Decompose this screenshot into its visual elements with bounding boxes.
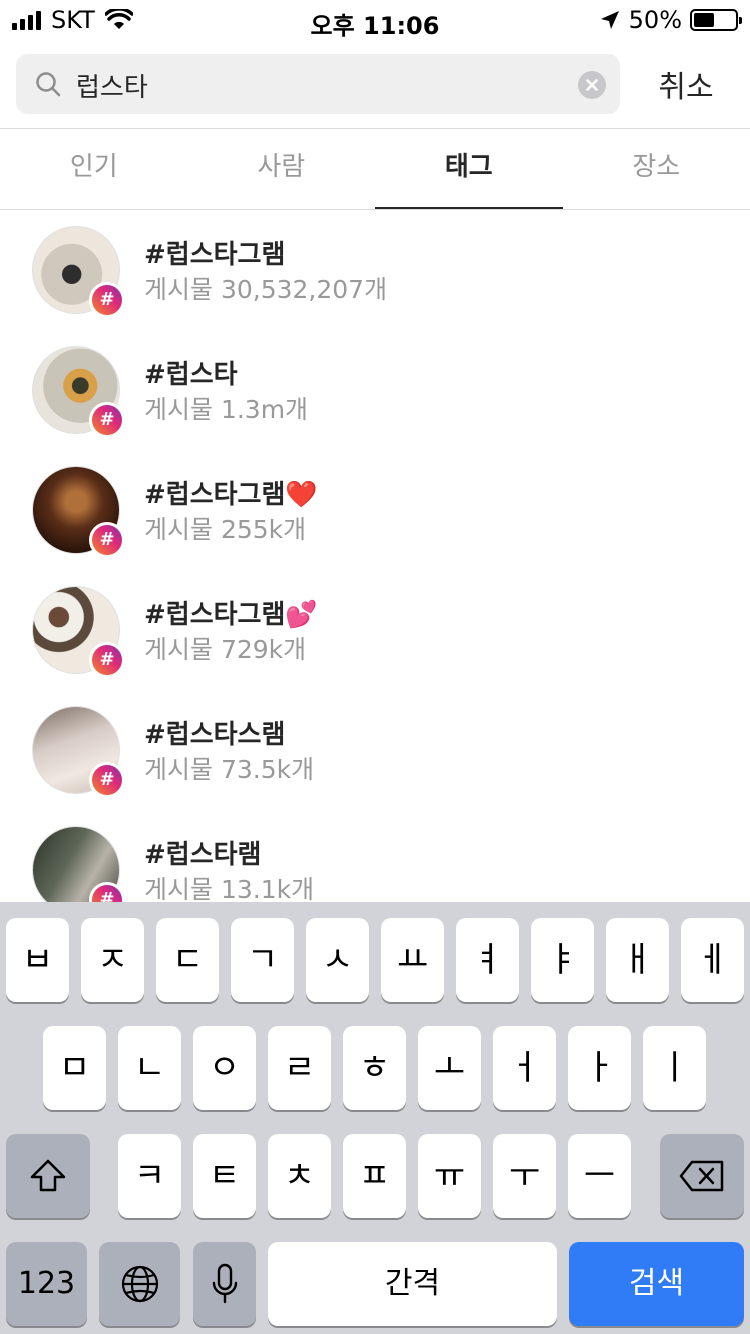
post-count: 게시물 729k개 bbox=[144, 635, 307, 664]
microphone-icon bbox=[212, 1263, 237, 1304]
key[interactable]: ㅇ bbox=[193, 1026, 256, 1110]
search-key[interactable]: 검색 bbox=[569, 1242, 744, 1326]
search-tabs: 인기 사람 태그 장소 bbox=[0, 129, 750, 209]
battery-icon bbox=[690, 9, 742, 31]
key[interactable]: ㅎ bbox=[343, 1026, 406, 1110]
tab-places[interactable]: 장소 bbox=[563, 129, 750, 209]
post-count: 게시물 255k개 bbox=[144, 515, 307, 544]
tab-tags[interactable]: 태그 bbox=[375, 129, 563, 209]
hashtag-icon: # bbox=[89, 522, 125, 558]
post-count: 게시물 73.5k개 bbox=[144, 755, 315, 784]
hashtag-icon: # bbox=[89, 402, 125, 438]
tag-name: #럽스타그램❤️ bbox=[144, 480, 318, 510]
tag-name: #럽스타스램 bbox=[144, 720, 286, 750]
list-item[interactable]: # #럽스타그램💕 게시물 729k개 bbox=[0, 570, 750, 690]
tag-name: #럽스타 bbox=[144, 360, 238, 390]
list-item[interactable]: # #럽스타스램 게시물 73.5k개 bbox=[0, 690, 750, 810]
key[interactable]: ㅠ bbox=[418, 1134, 481, 1218]
list-item[interactable]: # #럽스타 게시물 1.3m개 bbox=[0, 330, 750, 450]
key[interactable]: ㅕ bbox=[456, 918, 519, 1002]
key[interactable]: ㄱ bbox=[231, 918, 294, 1002]
close-icon bbox=[586, 79, 598, 91]
key[interactable]: ㅍ bbox=[343, 1134, 406, 1218]
key[interactable]: ㅓ bbox=[493, 1026, 556, 1110]
location-arrow-icon bbox=[600, 11, 619, 29]
key[interactable]: ㅣ bbox=[643, 1026, 706, 1110]
post-count: 게시물 30,532,207개 bbox=[144, 275, 388, 304]
post-count: 게시물 1.3m개 bbox=[144, 395, 309, 424]
space-key[interactable]: 간격 bbox=[268, 1242, 557, 1326]
key[interactable]: ㅁ bbox=[43, 1026, 106, 1110]
list-item[interactable]: # #럽스타그램❤️ 게시물 255k개 bbox=[0, 450, 750, 570]
key[interactable]: ㅈ bbox=[81, 918, 144, 1002]
delete-key[interactable] bbox=[660, 1134, 744, 1218]
dictation-key[interactable] bbox=[193, 1242, 256, 1326]
tag-results-list: # #럽스타그램 게시물 30,532,207개 # #럽스타 게시물 1.3m… bbox=[0, 210, 750, 902]
tag-name: #럽스타그램 bbox=[144, 240, 286, 270]
hashtag-icon: # bbox=[89, 282, 125, 318]
key[interactable]: ㄷ bbox=[156, 918, 219, 1002]
key[interactable]: ㅗ bbox=[418, 1026, 481, 1110]
hashtag-icon: # bbox=[89, 762, 125, 798]
shift-key[interactable] bbox=[6, 1134, 90, 1218]
numbers-key[interactable]: 123 bbox=[6, 1242, 87, 1326]
korean-keyboard: ㅂ ㅈ ㄷ ㄱ ㅅ ㅛ ㅕ ㅑ ㅐ ㅔ ㅁ ㄴ ㅇ ㄹ ㅎ ㅗ ㅓ ㅏ ㅣ ㅋ … bbox=[0, 902, 750, 1334]
backspace-icon bbox=[679, 1160, 724, 1192]
key[interactable]: ㅅ bbox=[306, 918, 369, 1002]
list-item[interactable]: # #럽스타램 게시물 13.1k개 bbox=[0, 810, 750, 902]
hashtag-icon: # bbox=[89, 642, 125, 678]
status-bar: SKT 오후 11:06 50% bbox=[0, 0, 750, 40]
tab-top[interactable]: 인기 bbox=[0, 129, 188, 209]
search-bar[interactable]: 럽스타 bbox=[16, 54, 620, 114]
key[interactable]: ㅐ bbox=[606, 918, 669, 1002]
battery-percent: 50% bbox=[628, 6, 682, 34]
key[interactable]: ㅊ bbox=[268, 1134, 331, 1218]
key[interactable]: ㅔ bbox=[681, 918, 744, 1002]
post-count: 게시물 13.1k개 bbox=[144, 875, 315, 902]
cancel-button[interactable]: 취소 bbox=[640, 62, 732, 106]
shift-icon bbox=[30, 1159, 66, 1192]
key[interactable]: ㅡ bbox=[568, 1134, 631, 1218]
key[interactable]: ㅌ bbox=[193, 1134, 256, 1218]
key[interactable]: ㅋ bbox=[118, 1134, 181, 1218]
key[interactable]: ㄹ bbox=[268, 1026, 331, 1110]
list-item[interactable]: # #럽스타그램 게시물 30,532,207개 bbox=[0, 210, 750, 330]
tab-people[interactable]: 사람 bbox=[188, 129, 376, 209]
key[interactable]: ㅂ bbox=[6, 918, 69, 1002]
tag-name: #럽스타램 bbox=[144, 840, 262, 870]
key[interactable]: ㅜ bbox=[493, 1134, 556, 1218]
key[interactable]: ㄴ bbox=[118, 1026, 181, 1110]
key[interactable]: ㅑ bbox=[531, 918, 594, 1002]
globe-icon bbox=[121, 1265, 158, 1303]
globe-key[interactable] bbox=[99, 1242, 180, 1326]
search-icon bbox=[36, 72, 61, 97]
tag-name: #럽스타그램💕 bbox=[144, 600, 318, 630]
key[interactable]: ㅏ bbox=[568, 1026, 631, 1110]
clear-search-button[interactable] bbox=[578, 71, 606, 99]
key[interactable]: ㅛ bbox=[381, 918, 444, 1002]
search-input[interactable]: 럽스타 bbox=[76, 67, 148, 104]
